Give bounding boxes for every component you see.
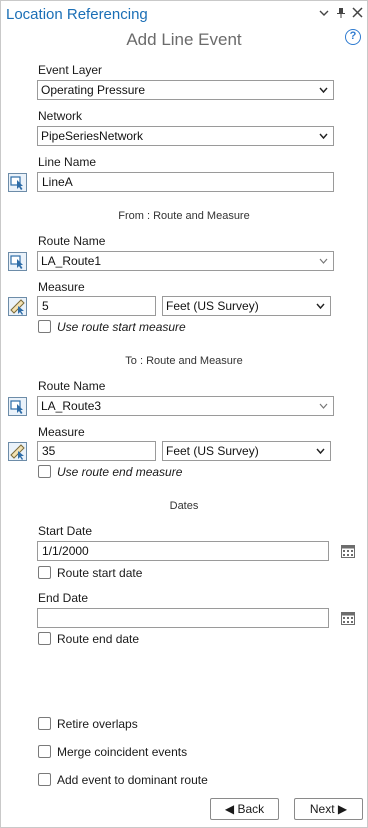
pane-title: Location Referencing (6, 6, 148, 23)
dates-section-heading: Dates (169, 500, 199, 512)
start-date-input[interactable]: 1/1/2000 (37, 541, 329, 561)
use-route-start-measure-label: Use route start measure (57, 320, 186, 334)
chevron-down-icon (316, 442, 325, 466)
line-name-label: Line Name (38, 155, 97, 169)
line-name-input[interactable]: LineA (37, 172, 334, 192)
back-button[interactable]: ◀ Back (210, 798, 279, 820)
merge-coincident-events-checkbox[interactable] (38, 745, 51, 758)
network-label: Network (38, 109, 83, 123)
from-units-value: Feet (US Survey) (166, 299, 259, 313)
to-measure-label: Measure (38, 425, 85, 439)
from-section-heading: From : Route and Measure (118, 210, 250, 222)
end-date-calendar-icon[interactable] (341, 611, 355, 625)
retire-overlaps-label: Retire overlaps (57, 717, 138, 731)
retire-overlaps-checkbox[interactable] (38, 717, 51, 730)
end-date-label: End Date (38, 591, 89, 605)
chevron-down-icon (316, 297, 325, 321)
merge-coincident-events-label: Merge coincident events (57, 745, 188, 759)
chevron-down-icon (319, 127, 328, 151)
network-value: PipeSeriesNetwork (41, 129, 144, 143)
end-date-input[interactable] (37, 608, 329, 628)
from-units-dropdown[interactable]: Feet (US Survey) (162, 296, 331, 316)
route-end-date-checkbox[interactable] (38, 632, 51, 645)
to-units-value: Feet (US Survey) (166, 444, 259, 458)
pin-icon[interactable] (334, 7, 348, 21)
to-measure-input[interactable]: 35 (37, 441, 156, 461)
route-start-date-label: Route start date (57, 566, 143, 580)
event-layer-label: Event Layer (38, 63, 103, 77)
add-event-dominant-route-checkbox[interactable] (38, 773, 51, 786)
start-date-label: Start Date (38, 524, 93, 538)
from-route-dropdown[interactable]: LA_Route1 (37, 251, 334, 271)
select-from-route-on-map-icon[interactable] (8, 252, 27, 271)
network-dropdown[interactable]: PipeSeriesNetwork (37, 126, 334, 146)
to-units-dropdown[interactable]: Feet (US Survey) (162, 441, 331, 461)
to-route-label: Route Name (38, 379, 106, 393)
use-route-start-measure-checkbox[interactable] (38, 320, 51, 333)
to-route-value: LA_Route3 (41, 399, 102, 413)
chevron-down-icon (319, 81, 328, 105)
select-from-measure-on-map-icon[interactable] (8, 297, 27, 316)
route-end-date-label: Route end date (57, 632, 140, 646)
chevron-down-icon (319, 252, 328, 276)
pane-menu-chevron-down-icon[interactable] (317, 7, 331, 21)
to-route-dropdown[interactable]: LA_Route3 (37, 396, 334, 416)
next-button[interactable]: Next ▶ (294, 798, 363, 820)
from-measure-label: Measure (38, 280, 85, 294)
add-event-dominant-route-label: Add event to dominant route (57, 773, 208, 787)
panel-title: Add Line Event (126, 30, 242, 49)
chevron-down-icon (319, 397, 328, 421)
to-section-heading: To : Route and Measure (125, 355, 243, 367)
help-icon[interactable]: ? (345, 29, 361, 45)
select-to-route-on-map-icon[interactable] (8, 397, 27, 416)
from-route-value: LA_Route1 (41, 254, 102, 268)
start-date-calendar-icon[interactable] (341, 544, 355, 558)
select-line-on-map-icon[interactable] (8, 173, 27, 192)
from-measure-input[interactable]: 5 (37, 296, 156, 316)
use-route-end-measure-label: Use route end measure (57, 465, 183, 479)
close-icon[interactable] (350, 7, 364, 21)
use-route-end-measure-checkbox[interactable] (38, 465, 51, 478)
event-layer-value: Operating Pressure (41, 83, 146, 97)
from-route-label: Route Name (38, 234, 106, 248)
select-to-measure-on-map-icon[interactable] (8, 442, 27, 461)
event-layer-dropdown[interactable]: Operating Pressure (37, 80, 334, 100)
route-start-date-checkbox[interactable] (38, 566, 51, 579)
